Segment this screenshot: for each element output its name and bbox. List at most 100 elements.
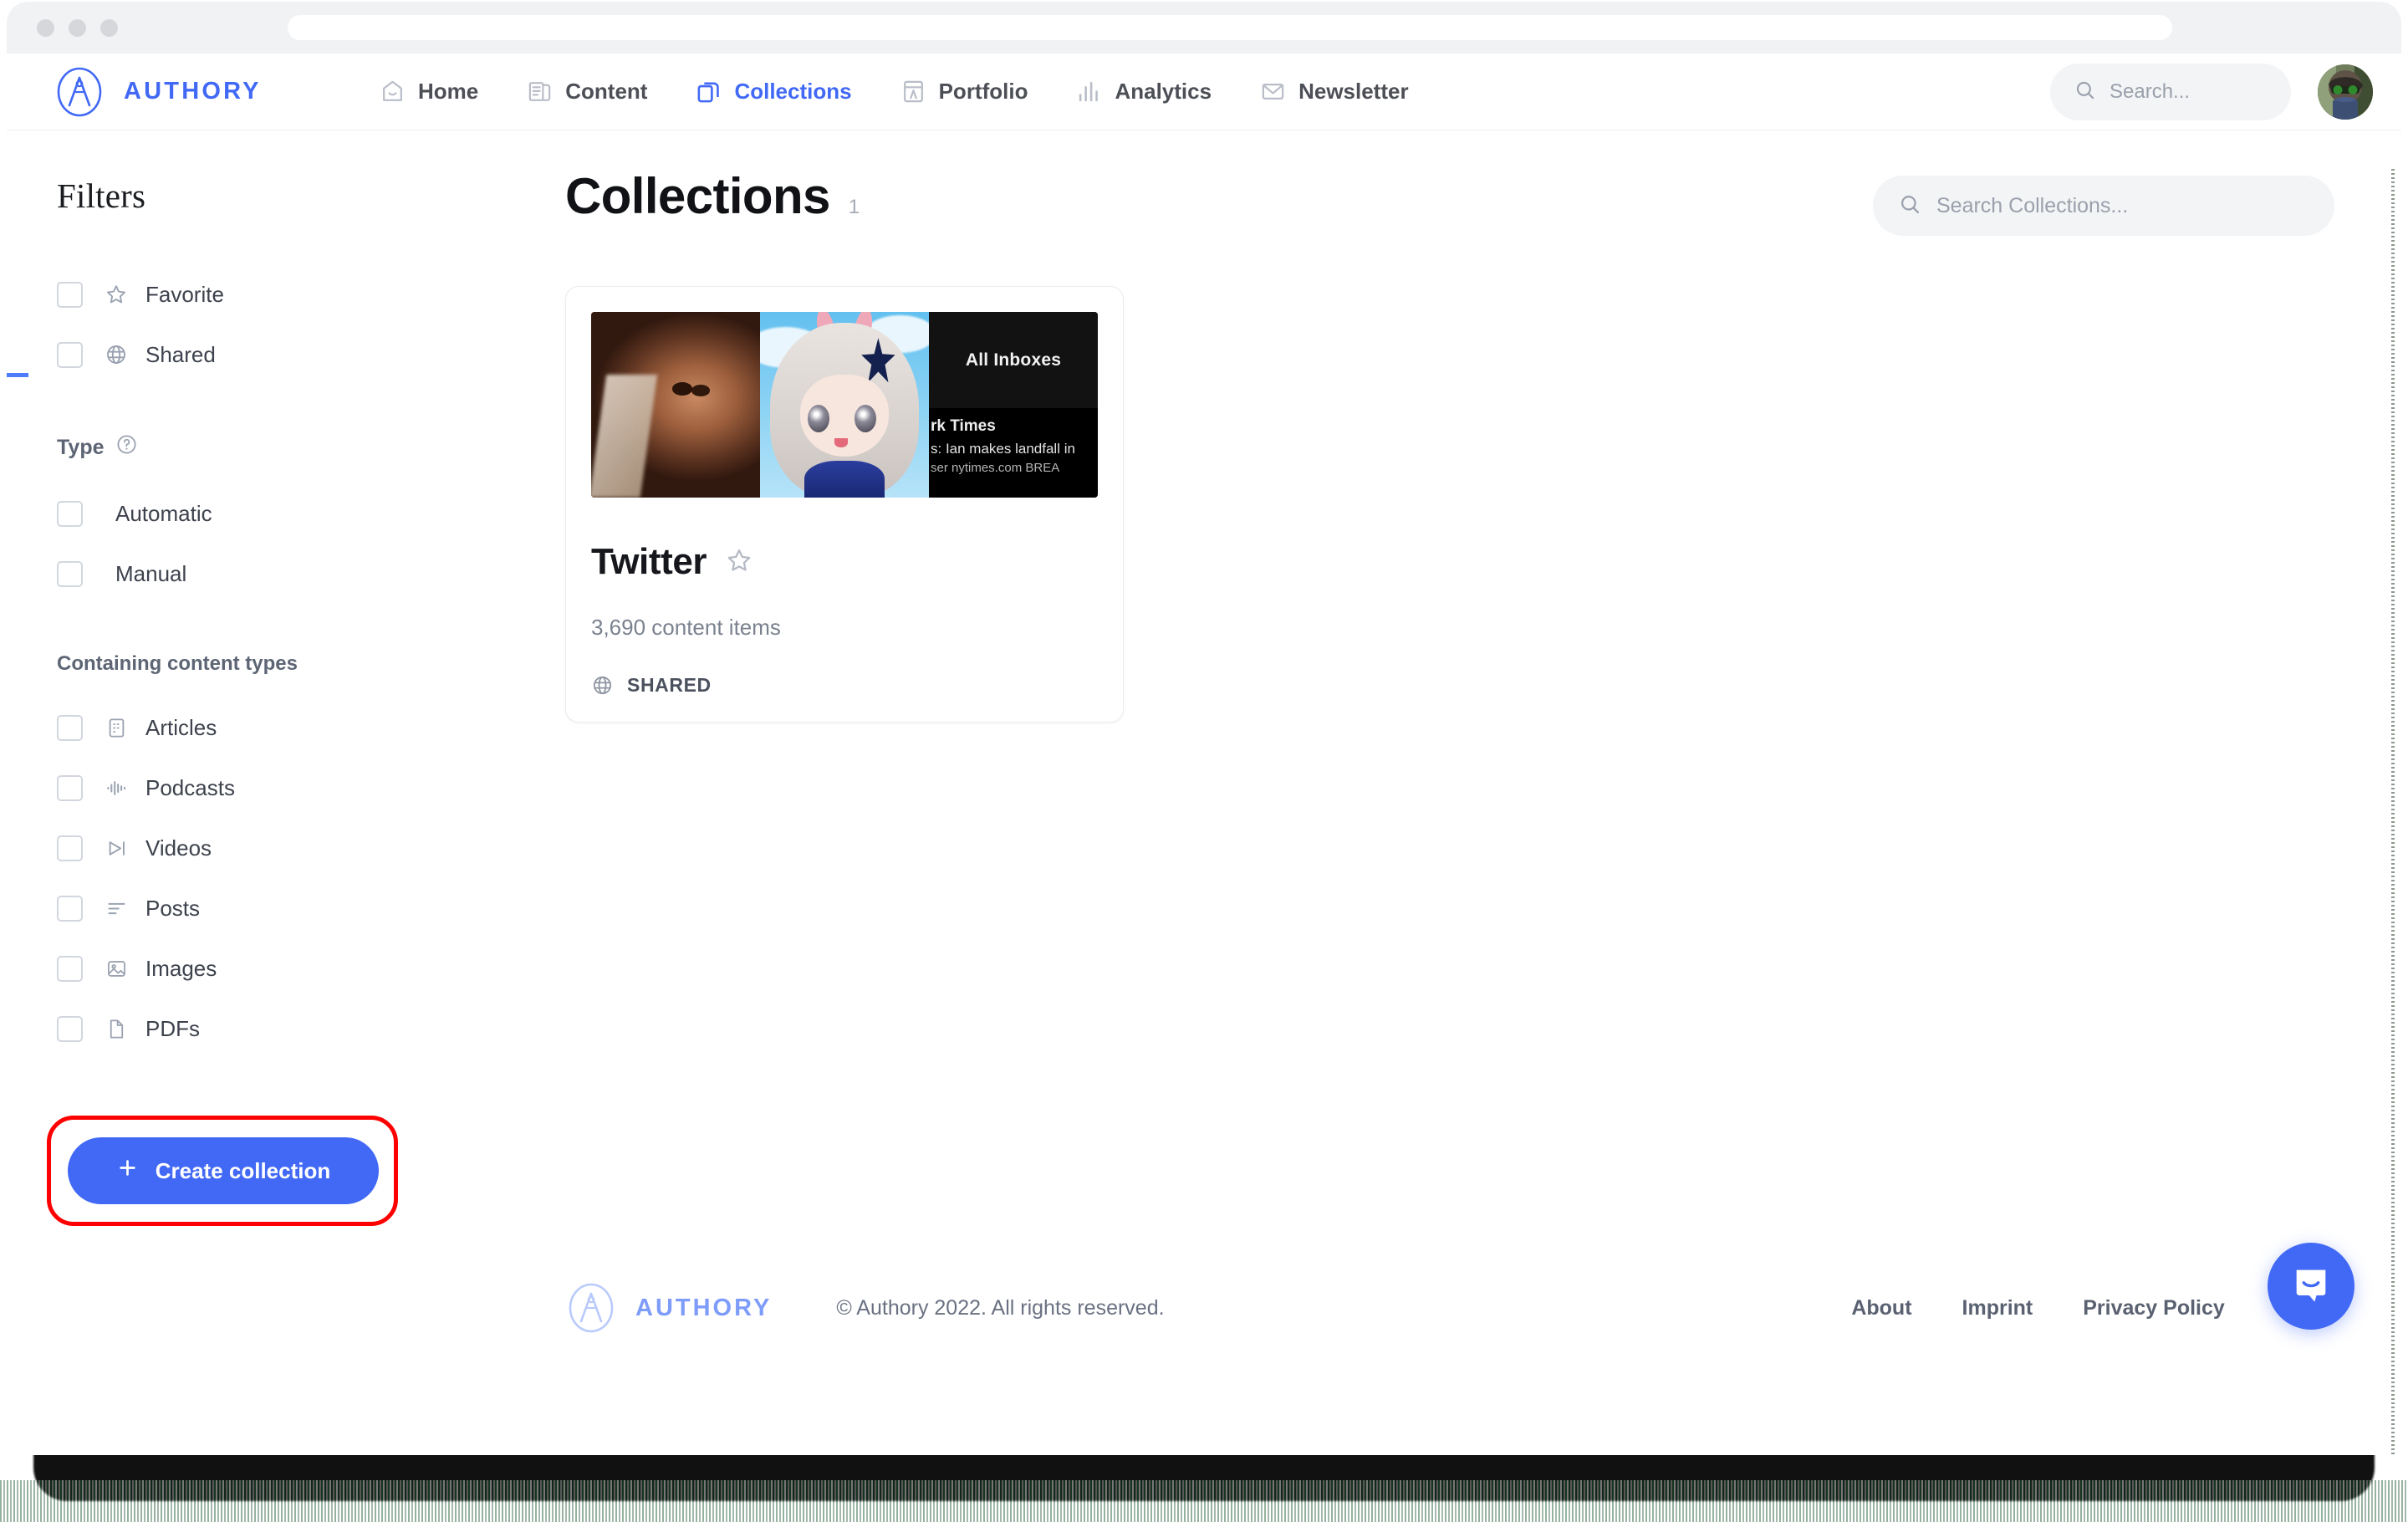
type-group-heading: Type (57, 433, 565, 462)
globe-icon (591, 674, 614, 697)
portfolio-icon (900, 79, 926, 105)
collection-title-row: Twitter (591, 541, 1098, 583)
nav-item-portfolio[interactable]: Portfolio (900, 79, 1028, 105)
nav-label-home: Home (418, 79, 478, 105)
nav-label-content: Content (565, 79, 647, 105)
filter-automatic-label: Automatic (115, 501, 212, 527)
collection-name: Twitter (591, 541, 707, 583)
create-collection-button[interactable]: Create collection (68, 1137, 379, 1204)
nav-item-analytics[interactable]: Analytics (1076, 79, 1212, 105)
thumbnail-screenshot-body: rk Times s: Ian makes landfall in ser ny… (929, 408, 1098, 498)
browser-chrome (7, 2, 2401, 54)
screenshot-right-edge-noise (2391, 169, 2395, 1455)
filter-articles[interactable]: Articles (57, 697, 565, 758)
filter-posts-label: Posts (145, 896, 200, 922)
collections-header: Collections 1 Search Collections... (565, 167, 2334, 236)
footer-link-about[interactable]: About (1851, 1296, 1911, 1320)
global-search-input[interactable]: Search... (2050, 64, 2291, 120)
filter-automatic[interactable]: Automatic (57, 483, 565, 544)
collection-thumbnail-3: All Inboxes rk Times s: Ian makes landfa… (929, 312, 1098, 498)
authory-compass-logo-icon (565, 1282, 617, 1334)
filter-manual-label: Manual (115, 561, 186, 587)
nav-label-collections: Collections (734, 79, 851, 105)
maximize-window-button[interactable] (100, 19, 118, 37)
thumbnail-screenshot-header: All Inboxes (929, 312, 1098, 408)
eye-shape (808, 405, 829, 432)
collection-thumbnails: All Inboxes rk Times s: Ian makes landfa… (591, 312, 1098, 498)
help-circle-icon[interactable] (115, 433, 138, 462)
page-body: Filters Favorite (7, 130, 2401, 1368)
posts-checkbox[interactable] (57, 896, 83, 922)
images-checkbox[interactable] (57, 956, 83, 982)
thumbnail-header-text: All Inboxes (966, 350, 1061, 370)
filters-title: Filters (57, 176, 565, 216)
brand-wordmark: AUTHORY (124, 78, 262, 105)
image-icon (102, 958, 130, 980)
collections-icon (696, 79, 722, 105)
type-heading-label: Type (57, 436, 105, 460)
filter-manual[interactable]: Manual (57, 544, 565, 604)
podcasts-checkbox[interactable] (57, 775, 83, 801)
plus-icon (116, 1157, 139, 1185)
filter-favorite-label: Favorite (145, 282, 224, 308)
traffic-light-buttons[interactable] (37, 19, 118, 37)
close-window-button[interactable] (37, 19, 54, 37)
filter-pdfs[interactable]: PDFs (57, 998, 565, 1059)
collection-item-count: 3,690 content items (591, 615, 1098, 641)
content-icon (527, 79, 553, 105)
home-icon (380, 79, 406, 105)
analytics-icon (1076, 79, 1102, 105)
page-title: Collections (565, 167, 830, 225)
articles-checkbox[interactable] (57, 715, 83, 741)
thumbnail-line-3: ser nytimes.com BREA (931, 459, 1098, 478)
nav-item-newsletter[interactable]: Newsletter (1260, 79, 1409, 105)
filter-images[interactable]: Images (57, 938, 565, 998)
newsletter-icon (1260, 79, 1286, 105)
manual-checkbox[interactable] (57, 561, 83, 587)
filter-pdfs-label: PDFs (145, 1016, 200, 1042)
minimize-window-button[interactable] (69, 19, 86, 37)
collection-status-label: SHARED (627, 674, 712, 697)
footer-link-privacy-policy[interactable]: Privacy Policy (2083, 1296, 2225, 1320)
filter-posts[interactable]: Posts (57, 878, 565, 938)
filter-group-content-types: Containing content types Articles (7, 652, 565, 1059)
content-types-heading: Containing content types (57, 652, 565, 676)
footer-link-imprint[interactable]: Imprint (1962, 1296, 2033, 1320)
avatar[interactable] (2318, 64, 2373, 120)
favorite-checkbox[interactable] (57, 282, 83, 308)
shared-checkbox[interactable] (57, 342, 83, 368)
collection-card[interactable]: All Inboxes rk Times s: Ian makes landfa… (565, 286, 1124, 723)
videos-checkbox[interactable] (57, 835, 83, 861)
footer-copyright: © Authory 2022. All rights reserved. (836, 1296, 1164, 1320)
thumbnail-line-2: s: Ian makes landfall in (931, 438, 1098, 460)
sidebar-accent-dash (7, 373, 28, 377)
intercom-chat-launcher[interactable] (2268, 1243, 2354, 1330)
nav-label-analytics: Analytics (1115, 79, 1212, 105)
authory-compass-logo-icon (54, 66, 105, 118)
automatic-checkbox[interactable] (57, 501, 83, 527)
dress-shape (804, 461, 885, 498)
filter-favorite[interactable]: Favorite (57, 264, 565, 324)
thumbnail-line-1: rk Times (931, 415, 1098, 438)
collection-thumbnail-2 (760, 312, 929, 498)
nav-item-collections[interactable]: Collections (696, 79, 851, 105)
page-footer: AUTHORY © Authory 2022. All rights reser… (7, 1248, 2401, 1368)
filter-shared[interactable]: Shared (57, 324, 565, 385)
video-icon (102, 837, 130, 860)
filter-videos[interactable]: Videos (57, 818, 565, 878)
address-bar[interactable] (288, 15, 2172, 40)
filter-images-label: Images (145, 956, 217, 982)
nav-item-content[interactable]: Content (527, 79, 647, 105)
star-outline-icon[interactable] (725, 546, 753, 579)
collections-search-input[interactable]: Search Collections... (1873, 176, 2334, 236)
nav-item-home[interactable]: Home (380, 79, 478, 105)
footer-brand[interactable]: AUTHORY © Authory 2022. All rights reser… (565, 1282, 1165, 1334)
brand-logo[interactable]: AUTHORY (54, 66, 380, 118)
collections-main: Collections 1 Search Collections... (565, 130, 2401, 1368)
pdfs-checkbox[interactable] (57, 1016, 83, 1042)
top-navigation-bar: AUTHORY Home Conte (7, 54, 2401, 130)
mouth-shape (834, 438, 848, 447)
filter-podcasts[interactable]: Podcasts (57, 758, 565, 818)
filter-shared-label: Shared (145, 342, 216, 368)
filters-sidebar: Filters Favorite (7, 130, 565, 1368)
